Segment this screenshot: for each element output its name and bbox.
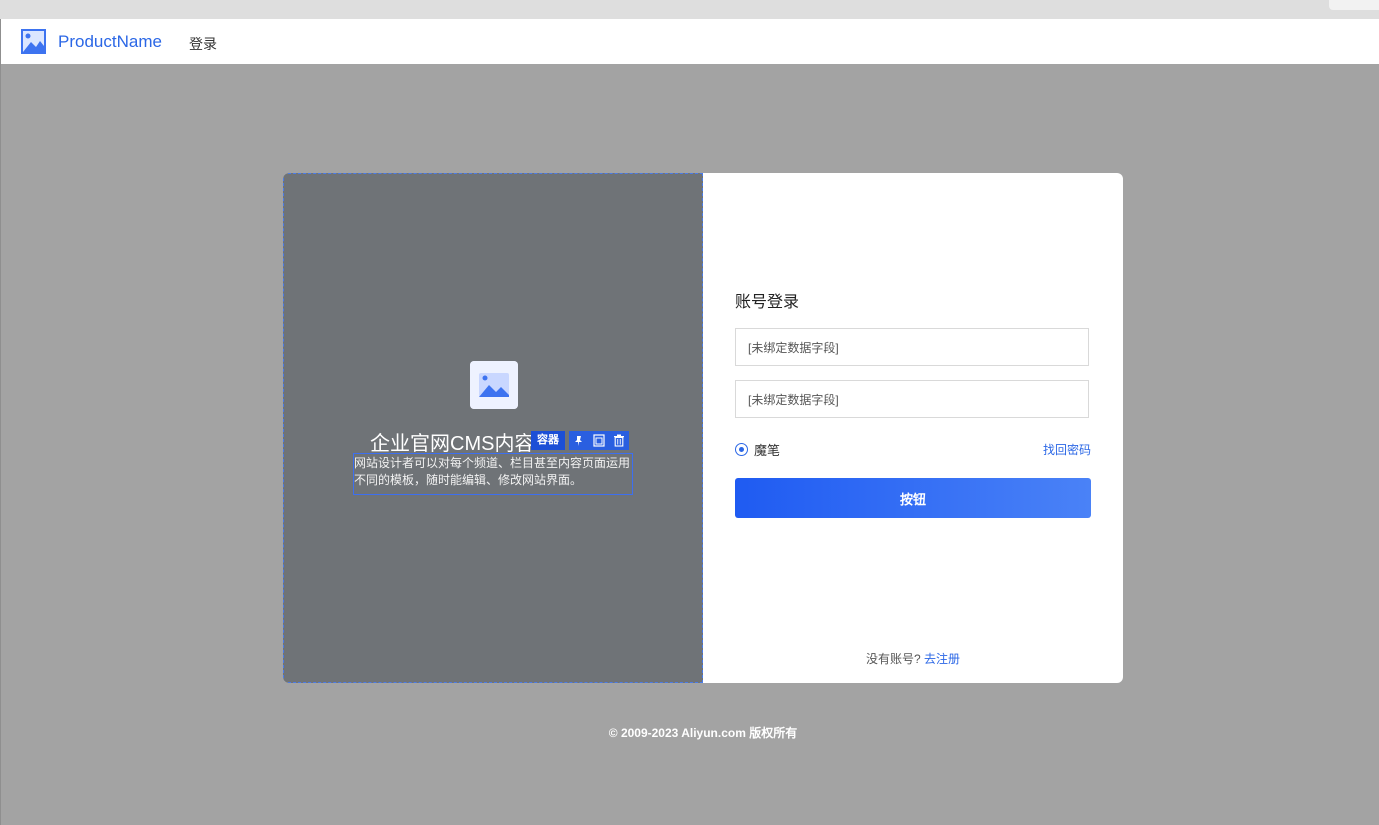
promo-description: 网站设计者可以对每个频道、栏目甚至内容页面运用不同的模板，随时能编辑、修改网站界… (354, 456, 631, 487)
pin-icon[interactable] (569, 431, 589, 450)
container-tag[interactable]: 容器 (531, 431, 565, 450)
register-row: 没有账号? 去注册 (703, 650, 1123, 667)
register-link[interactable]: 去注册 (924, 652, 960, 666)
promo-title: 企业官网CMS内容 (370, 433, 535, 455)
footer-copyright: © 2009-2023 Aliyun.com 版权所有 (608, 726, 798, 740)
browser-corner (1329, 0, 1379, 10)
radio-option[interactable]: 魔笔 (735, 440, 780, 459)
no-account-text: 没有账号? (865, 652, 921, 666)
product-name[interactable]: ProductName (58, 32, 162, 52)
account-input[interactable]: [未绑定数据字段] (735, 328, 1089, 366)
nav-login-link[interactable]: 登录 (189, 34, 217, 54)
login-form-title: 账号登录 (735, 294, 800, 311)
description-selection-box[interactable]: 网站设计者可以对每个频道、栏目甚至内容页面运用不同的模板，随时能编辑、修改网站界… (353, 453, 633, 495)
window-edge (0, 19, 1, 825)
image-placeholder-icon (470, 361, 518, 409)
container-toolbar: 容器 (531, 431, 629, 450)
top-header: ProductName 登录 (1, 19, 1379, 64)
promo-panel[interactable]: 企业官网CMS内容 容器 网站设计者可以对每个频道、栏目甚至内容页面运用不同的模… (283, 173, 703, 683)
login-form-panel: 账号登录 [未绑定数据字段] [未绑定数据字段] 魔笔 找回密码 按钮 没有账号… (703, 173, 1123, 683)
copy-icon[interactable] (589, 431, 609, 450)
radio-checked-icon[interactable] (735, 443, 748, 456)
browser-top-bar (0, 0, 1379, 19)
submit-button[interactable]: 按钮 (735, 478, 1091, 518)
password-input[interactable]: [未绑定数据字段] (735, 380, 1089, 418)
logo-icon (21, 29, 46, 54)
delete-icon[interactable] (609, 431, 629, 450)
radio-label: 魔笔 (754, 443, 781, 458)
login-card: 企业官网CMS内容 容器 网站设计者可以对每个频道、栏目甚至内容页面运用不同的模… (283, 173, 1123, 683)
forgot-password-link[interactable]: 找回密码 (1043, 441, 1091, 458)
